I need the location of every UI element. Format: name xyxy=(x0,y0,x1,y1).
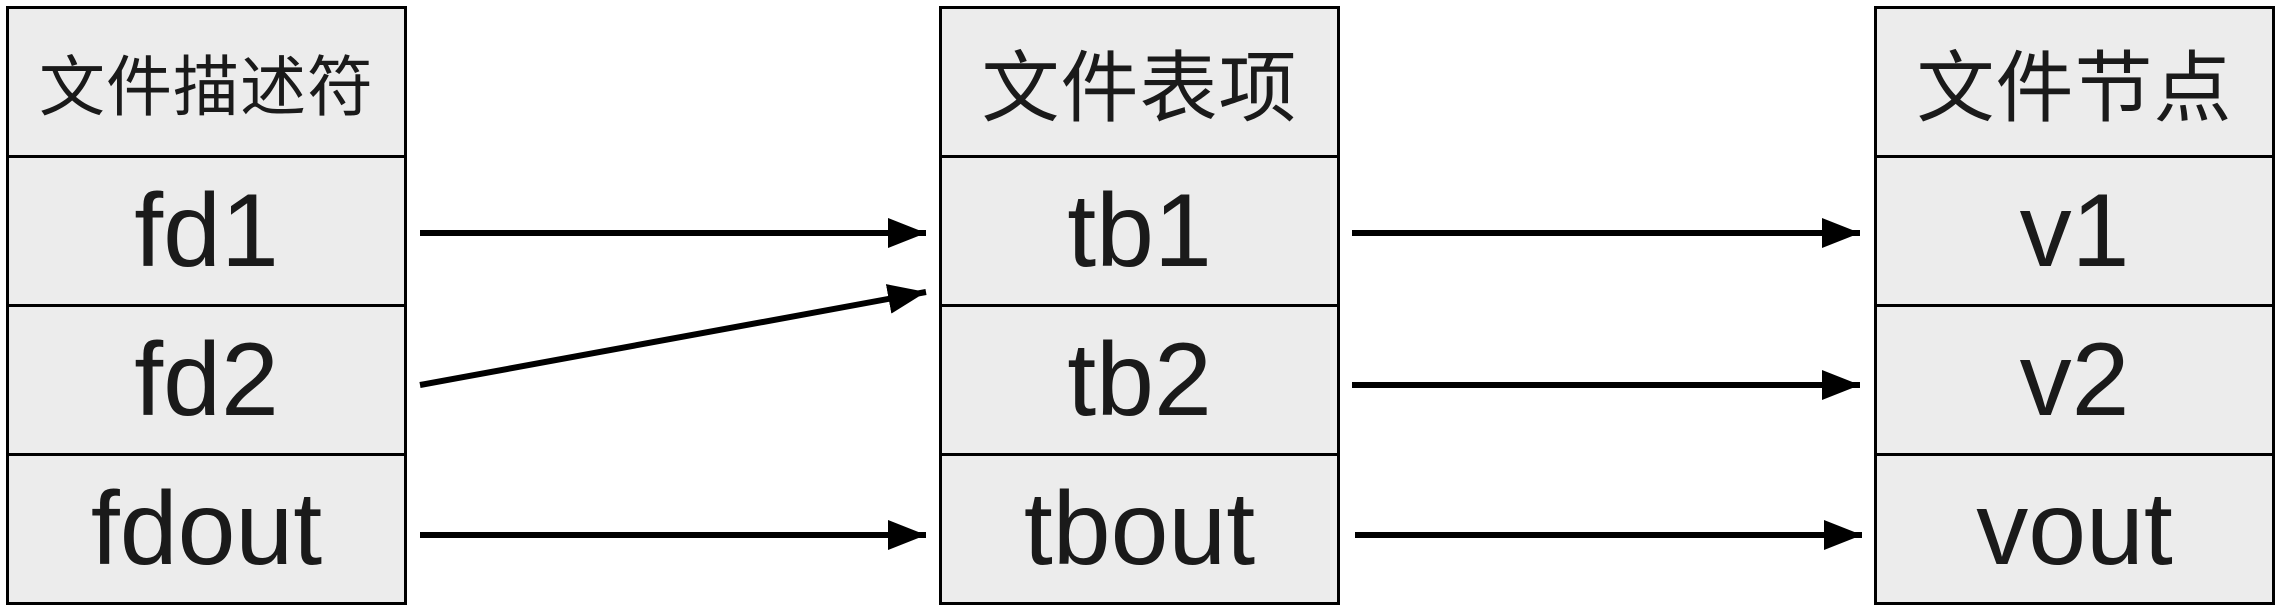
cell-vout: vout xyxy=(1877,453,2272,602)
cell-tb1: tb1 xyxy=(942,155,1337,304)
cell-fd2: fd2 xyxy=(9,304,404,453)
cell-v2: v2 xyxy=(1877,304,2272,453)
cell-fdout: fdout xyxy=(9,453,404,602)
header-file-table-entries: 文件表项 xyxy=(942,9,1337,155)
header-file-nodes: 文件节点 xyxy=(1877,9,2272,155)
header-file-descriptors: 文件描述符 xyxy=(9,9,404,155)
cell-tbout: tbout xyxy=(942,453,1337,602)
cell-v1: v1 xyxy=(1877,155,2272,304)
cell-tb2: tb2 xyxy=(942,304,1337,453)
arrow-fd2-to-tb1 xyxy=(419,284,927,388)
cell-fd1: fd1 xyxy=(9,155,404,304)
column-file-table-entries: 文件表项 tb1 tb2 tbout xyxy=(939,6,1340,605)
column-file-descriptors: 文件描述符 fd1 fd2 fdout xyxy=(6,6,407,605)
column-file-nodes: 文件节点 v1 v2 vout xyxy=(1874,6,2275,605)
